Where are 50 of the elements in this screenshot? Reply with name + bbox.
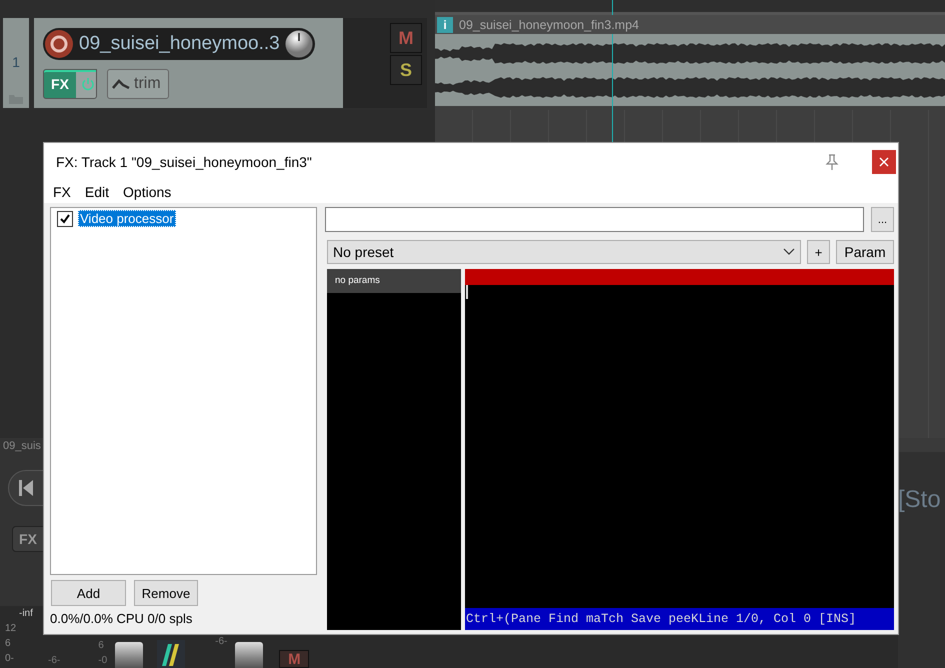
media-item-title: 09_suisei_honeymoon_fin3.mp4 [459,18,639,32]
stripes-icon[interactable] [157,640,186,668]
cpu-status: 0.0%/0.0% CPU 0/0 spls [50,611,194,626]
chevron-down-icon [783,248,795,256]
meter-label: 0- [5,652,15,666]
track-name[interactable]: 09_suisei_honeymoo..3 [79,33,284,55]
fader-handle[interactable] [115,642,144,668]
menu-item[interactable]: Edit [84,184,110,200]
dialog-button[interactable]: Add [51,580,126,606]
media-item-header[interactable]: i 09_suisei_honeymoon_fin3.mp4 [435,15,945,34]
close-button[interactable] [872,150,896,174]
meter-label: 6 [5,637,12,651]
track-name: 09_suis [2,440,42,452]
scale-label: -6- [215,635,228,649]
skip-back-button[interactable] [8,470,44,506]
text-field[interactable] [325,207,864,232]
fader-handle[interactable] [235,642,264,668]
params-header: no params [327,269,461,293]
param-button[interactable]: Param [836,240,894,264]
volume-knob-icon[interactable] [284,29,314,59]
record-arm-icon[interactable] [44,29,74,59]
browse-button[interactable]: ... [871,207,894,232]
envelope-icon [112,79,130,89]
window-title: FX: Track 1 "09_suisei_honeymoon_fin3" [56,154,313,170]
checkbox[interactable] [57,210,73,226]
trim-button[interactable]: trim [107,69,169,99]
editor-status-bar: Ctrl+(Pane Find maTch Save peeKLine 1/0, Col 0 [INS] [465,608,894,630]
scale-label: 6 [98,639,105,653]
pin-icon[interactable] [825,154,839,170]
fx-button[interactable]: FX [12,526,44,552]
code-editor[interactable]: Ctrl+(Pane Find maTch Save peeKLine 1/0, Col 0 [INS] [465,269,894,630]
dialog-button[interactable]: Remove [134,580,198,606]
scale-label: -0 [98,654,108,668]
power-icon [81,77,95,91]
scale-label: -6- [48,654,60,668]
preset-dropdown[interactable]: No preset [327,240,801,264]
track-number: 1 [12,54,20,70]
meter-label: -inf [19,607,34,621]
meter-label: 12 [5,622,18,636]
add-preset-button[interactable]: + [807,240,830,264]
media-item[interactable] [435,34,945,106]
skip-back-icon [19,480,33,496]
fx-list-item[interactable]: Video processor [78,210,176,227]
status-text: [Sto [898,486,941,513]
menu-item[interactable]: FX [53,184,71,200]
solo-button[interactable]: S [390,55,422,85]
text-caret [466,285,468,299]
fx-button[interactable]: FX [43,69,97,99]
menu-item[interactable]: Options [123,184,172,200]
close-icon [879,156,889,166]
